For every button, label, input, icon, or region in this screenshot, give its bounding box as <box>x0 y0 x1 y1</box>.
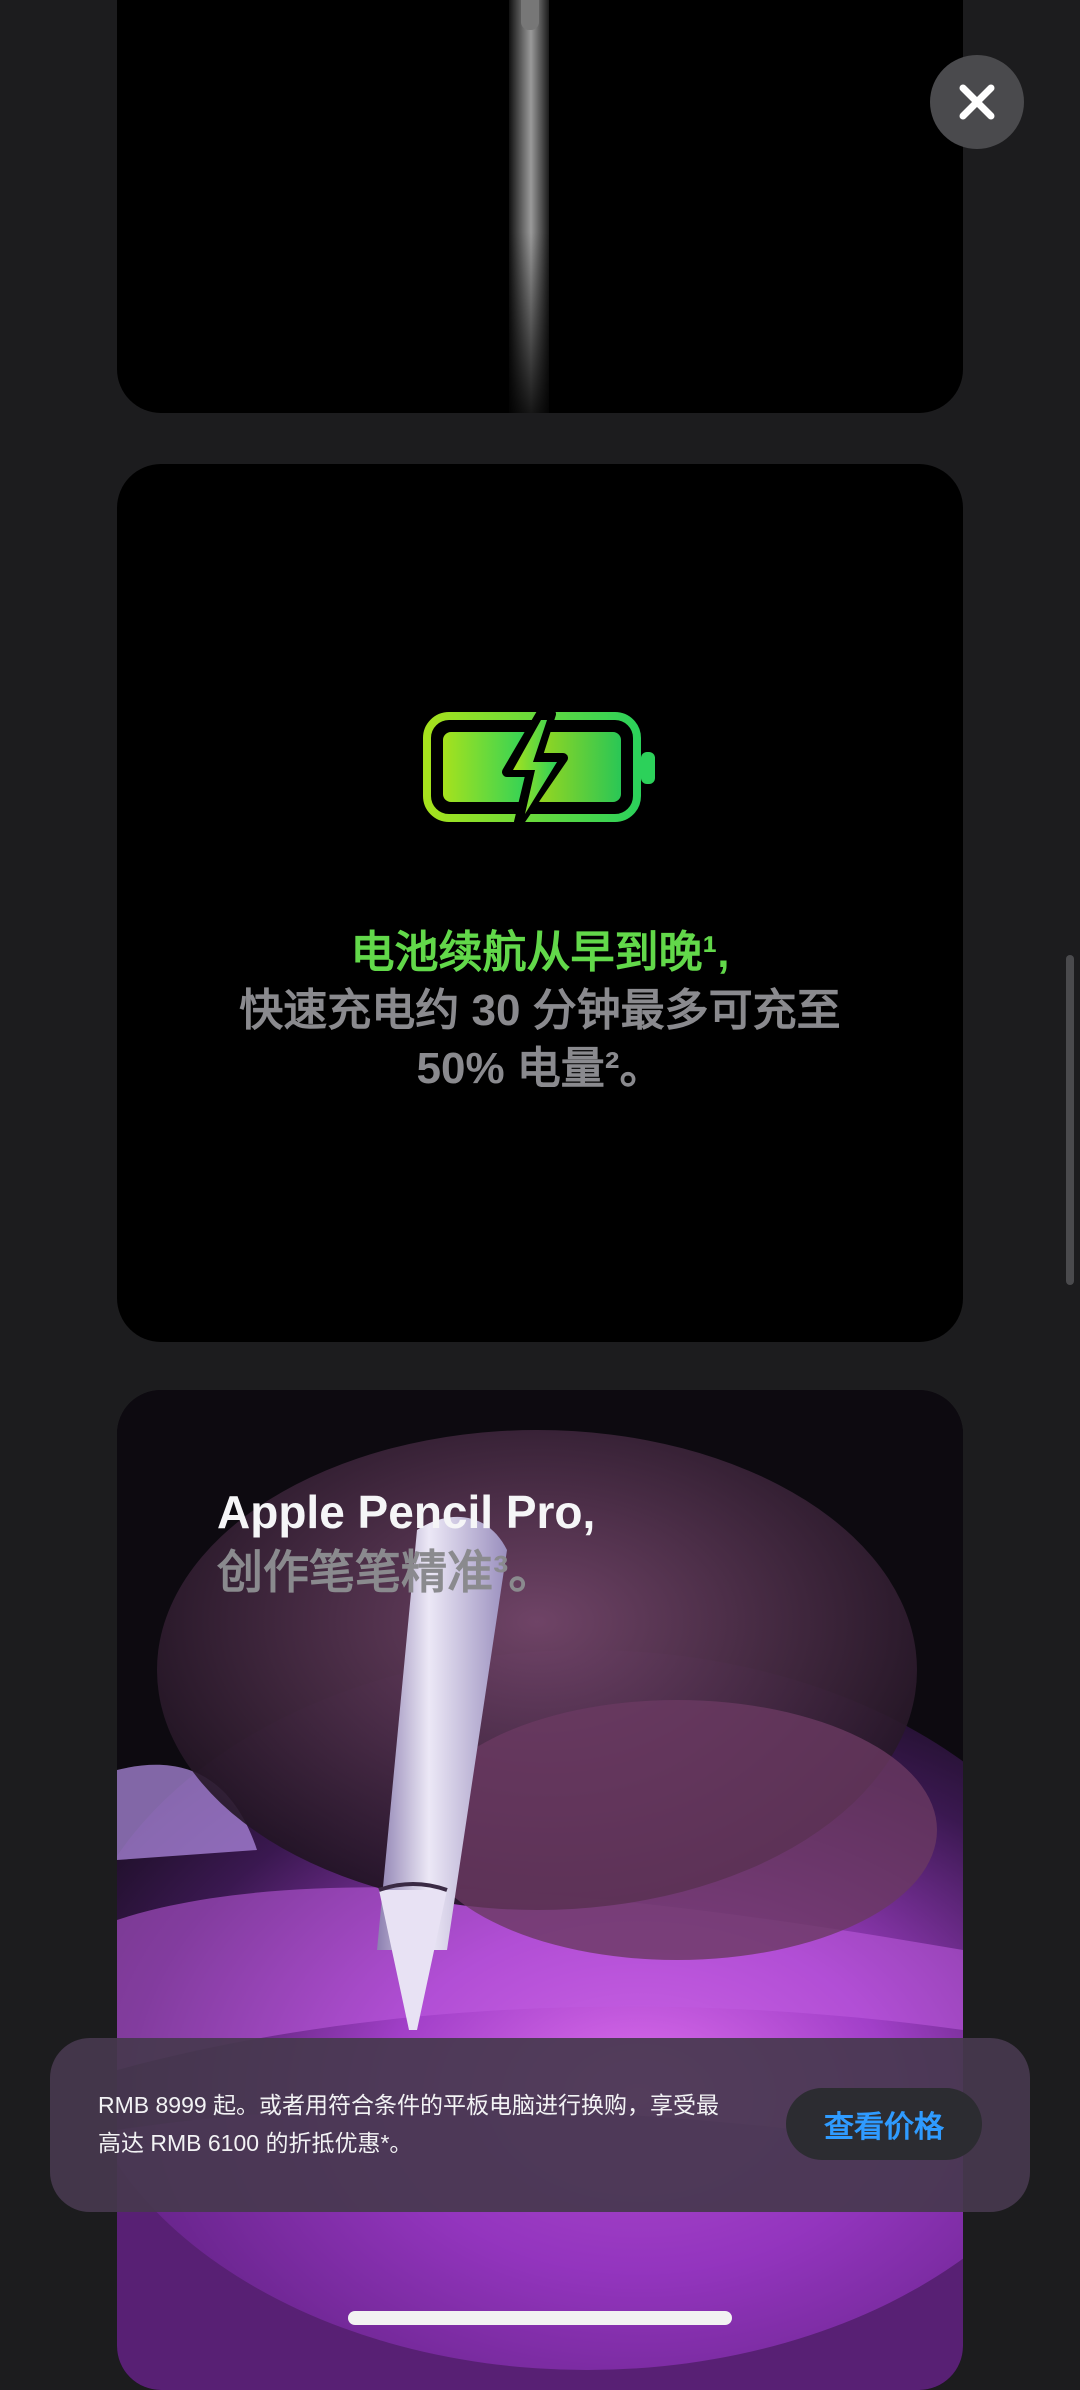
device-edge-image <box>509 0 549 413</box>
battery-card: 电池续航从早到晚¹, 快速充电约 30 分钟最多可充至 50% 电量²。 <box>117 464 963 1342</box>
pencil-card: Apple Pencil Pro, 创作笔笔精准³。 <box>117 1390 963 2390</box>
price-description: RMB 8999 起。或者用符合条件的平板电脑进行换购，享受最高达 RMB 61… <box>98 2092 720 2156</box>
pencil-title: Apple Pencil Pro, <box>217 1486 596 1538</box>
close-icon <box>959 84 995 120</box>
battery-line-3: 50% 电量²。 <box>416 1044 664 1093</box>
view-price-button[interactable]: 查看价格 <box>786 2088 982 2160</box>
scrollbar[interactable] <box>1066 955 1074 1285</box>
price-bar: RMB 8999 起。或者用符合条件的平板电脑进行换购，享受最高达 RMB 61… <box>50 2038 1030 2212</box>
device-edge-card <box>117 0 963 413</box>
home-indicator[interactable] <box>348 2311 732 2325</box>
pencil-subtitle: 创作笔笔精准³。 <box>217 1546 555 1598</box>
close-button[interactable] <box>930 55 1024 149</box>
battery-charging-icon <box>423 709 655 827</box>
battery-headline: 电池续航从早到晚¹, <box>350 928 730 977</box>
battery-line-2: 快速充电约 30 分钟最多可充至 <box>239 986 841 1035</box>
